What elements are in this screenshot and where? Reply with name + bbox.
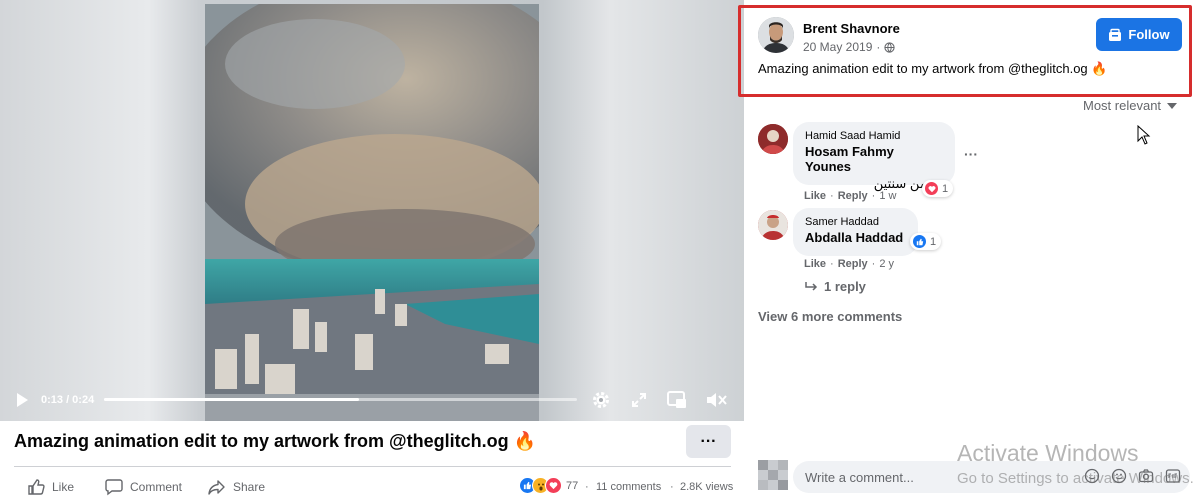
comment-sort-dropdown[interactable]: Most relevant — [1083, 98, 1178, 113]
comment-time[interactable]: 2 y — [879, 258, 894, 270]
play-button[interactable] — [10, 388, 34, 412]
commenter-avatar[interactable] — [758, 124, 788, 154]
avatar-image — [758, 17, 794, 53]
comment-bubble: Hamid Saad Hamid Hosam Fahmy Younes ده م… — [793, 122, 955, 191]
meta-separator: · — [876, 40, 881, 54]
current-user-avatar — [758, 460, 788, 490]
comment-author[interactable]: Hamid Saad Hamid — [805, 130, 943, 142]
video-time: 0:13 / 0:24 — [41, 394, 95, 406]
avatar-image — [758, 460, 788, 490]
post-text: Amazing animation edit to my artwork fro… — [758, 61, 1108, 76]
video-progress-bar[interactable] — [104, 398, 577, 401]
author-avatar[interactable] — [758, 17, 794, 53]
fullscreen-button[interactable] — [627, 388, 651, 412]
divider — [14, 466, 731, 467]
follow-icon — [1109, 28, 1122, 41]
comment-actions: Like · Reply · 2 y — [804, 258, 894, 270]
comment-like-link[interactable]: Like — [804, 190, 826, 202]
pip-button[interactable] — [665, 388, 689, 412]
reply-count-label: 1 reply — [824, 279, 866, 294]
comment-reply-link[interactable]: Reply — [838, 258, 868, 270]
like-reaction-icon — [912, 234, 927, 249]
comment-icon — [105, 479, 123, 496]
video-player[interactable]: 0:13 / 0:24 — [0, 0, 744, 421]
author-name[interactable]: Brent Shavnore — [803, 21, 900, 36]
comment-actions: Like · Reply · 1 w — [804, 190, 896, 202]
view-replies-button[interactable]: 1 reply — [805, 279, 866, 294]
video-frame[interactable] — [205, 4, 539, 421]
settings-button[interactable] — [589, 388, 613, 412]
meta-separator: · — [871, 190, 876, 202]
follow-button[interactable]: Follow — [1096, 18, 1182, 51]
comment-composer[interactable] — [793, 461, 1190, 493]
separator-dot: · — [585, 481, 589, 493]
views-count: 2.8K views — [680, 481, 734, 493]
settings-icon — [593, 392, 609, 408]
pip-icon — [667, 391, 686, 408]
reply-arrow-icon — [805, 282, 818, 291]
view-more-comments-link[interactable]: View 6 more comments — [758, 309, 902, 324]
avatar-image — [758, 210, 788, 240]
chevron-down-icon — [1167, 102, 1178, 109]
share-label: Share — [233, 480, 266, 494]
avatar-image — [758, 124, 788, 154]
comment-time[interactable]: 1 w — [879, 190, 896, 202]
love-reaction-icon — [545, 477, 562, 494]
play-icon — [17, 393, 28, 407]
comments-count-link[interactable]: 11 comments — [596, 481, 661, 493]
comment-reply-link[interactable]: Reply — [838, 190, 868, 202]
like-icon — [28, 479, 45, 495]
sort-label: Most relevant — [1083, 98, 1162, 113]
mute-button[interactable] — [704, 388, 730, 412]
camera-icon[interactable] — [1138, 468, 1154, 484]
emoji-icon[interactable] — [1111, 468, 1127, 484]
comment-button[interactable]: Comment — [105, 478, 182, 496]
comment-bubble: Samer Haddad Abdalla Haddad — [793, 208, 918, 256]
storm-city-artwork — [205, 4, 539, 421]
globe-icon — [884, 41, 896, 53]
follow-label: Follow — [1128, 27, 1170, 42]
video-caption-title: Amazing animation edit to my artwork fro… — [14, 431, 536, 451]
commenter-avatar[interactable] — [758, 210, 788, 240]
comment-author[interactable]: Samer Haddad — [805, 216, 906, 228]
video-progress-fill — [104, 398, 360, 401]
mouse-cursor-icon — [1137, 125, 1151, 145]
comment-mention[interactable]: Hosam Fahmy Younes — [805, 144, 943, 174]
gif-icon[interactable] — [1165, 468, 1181, 484]
meta-separator: · — [871, 258, 876, 270]
like-button[interactable]: Like — [27, 478, 74, 496]
meta-separator: · — [830, 258, 834, 270]
separator-dot: · — [670, 481, 674, 493]
volume-muted-icon — [707, 393, 727, 407]
reaction-number: 1 — [930, 235, 937, 248]
comment-reaction-count[interactable]: 1 — [910, 233, 942, 250]
share-button[interactable]: Share — [208, 478, 265, 496]
comment-options-button[interactable]: ··· — [964, 146, 978, 162]
reaction-summary[interactable]: 77 — [519, 477, 578, 494]
comment-like-link[interactable]: Like — [804, 258, 826, 270]
post-date[interactable]: 20 May 2019 — [803, 40, 872, 54]
comment-mention[interactable]: Abdalla Haddad — [805, 230, 906, 245]
like-label: Like — [52, 480, 75, 494]
comment-input[interactable] — [805, 469, 1075, 485]
reaction-count: 77 — [566, 479, 579, 492]
comment-reaction-count[interactable]: 1 — [922, 180, 954, 197]
reaction-number: 1 — [942, 182, 949, 195]
love-reaction-icon — [924, 181, 939, 196]
post-meta: 20 May 2019 · — [803, 40, 896, 54]
meta-separator: · — [830, 190, 834, 202]
fullscreen-icon — [632, 393, 646, 407]
share-icon — [208, 480, 225, 495]
sticker-icon[interactable] — [1084, 468, 1100, 484]
more-options-button[interactable]: ··· — [686, 425, 731, 458]
comment-label: Comment — [130, 480, 183, 494]
